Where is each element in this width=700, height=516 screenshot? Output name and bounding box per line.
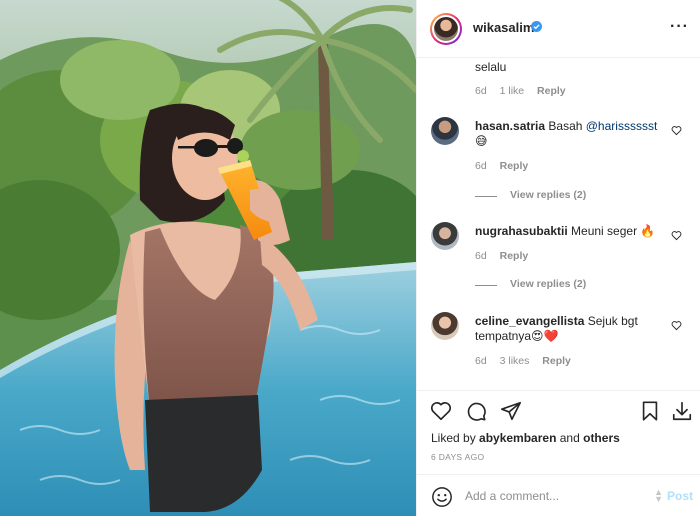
comment-username[interactable]: nugrahasubaktii <box>475 224 568 238</box>
comment-avatar[interactable] <box>431 222 459 250</box>
comment-username[interactable]: hasan.satria <box>475 119 545 133</box>
comment-emoji: 😍❤️ <box>531 329 559 343</box>
view-replies-button[interactable]: View replies (2) <box>510 189 586 201</box>
download-icon[interactable] <box>671 400 693 422</box>
comment-time: 6d <box>475 160 487 172</box>
comment-text: Meuni seger <box>571 224 641 238</box>
save-bookmark-icon[interactable] <box>639 400 661 422</box>
emoji-smiley-icon[interactable] <box>431 486 453 508</box>
view-replies-button[interactable]: View replies (2) <box>510 278 586 290</box>
comment-likes[interactable]: 1 like <box>500 85 525 97</box>
liked-by-others[interactable]: others <box>583 431 620 445</box>
comment-likes[interactable]: 3 likes <box>500 355 530 367</box>
reply-button[interactable]: Reply <box>500 160 529 172</box>
comment-meta: 6d Reply <box>475 160 538 172</box>
comment-like-heart-icon[interactable] <box>671 320 682 331</box>
post-header: wikasalim ··· <box>417 0 700 58</box>
comment-body: nugrahasubaktii Meuni seger 🔥 <box>475 224 665 238</box>
comment-bubble-icon[interactable] <box>465 400 487 422</box>
reply-button[interactable]: Reply <box>537 85 566 97</box>
comment-body: hasan.satria Basah @harisssssst 😅 <box>475 119 665 149</box>
liked-by-user[interactable]: abykembaren <box>479 431 556 445</box>
post-side-panel: wikasalim ··· selalu 6d 1 like Reply has… <box>416 0 700 516</box>
comment-emoji: 🔥 <box>640 224 656 238</box>
post-photo[interactable] <box>0 0 416 516</box>
verified-badge-icon <box>531 21 542 32</box>
comment-mention[interactable]: @harisssssst <box>586 119 658 133</box>
comment-username[interactable]: celine_evangellista <box>475 314 584 328</box>
like-heart-icon[interactable] <box>430 400 452 422</box>
comments-list[interactable]: selalu 6d 1 like Reply hasan.satria Basa… <box>417 58 700 390</box>
comment-like-heart-icon[interactable] <box>671 230 682 241</box>
liked-by-prefix: Liked by <box>431 431 480 445</box>
comment-time: 6d <box>475 250 487 262</box>
comment-text: selalu <box>475 60 507 74</box>
comment-avatar[interactable] <box>431 312 459 340</box>
photo-illustration <box>0 0 416 516</box>
liked-by-middle: and <box>556 431 584 445</box>
comment-emoji: 😅 <box>475 134 488 148</box>
post-actions: Liked by abykembaren and others 6 DAYS A… <box>417 390 700 474</box>
liked-by-summary: Liked by abykembaren and others <box>431 431 620 445</box>
comment-meta: 6d 3 likes Reply <box>475 355 581 367</box>
comment-meta: 6d 1 like Reply <box>475 85 576 97</box>
comment-avatar[interactable] <box>431 117 459 145</box>
sort-arrows-icon: ▲ ▼ <box>654 487 663 504</box>
author-avatar[interactable] <box>430 13 462 45</box>
reply-button[interactable]: Reply <box>542 355 571 367</box>
comment-text: Basah <box>548 119 586 133</box>
comment-time: 6d <box>475 85 487 97</box>
author-username[interactable]: wikasalim <box>473 20 534 35</box>
view-replies-line <box>475 196 497 197</box>
post-timestamp[interactable]: 6 DAYS AGO <box>431 452 484 462</box>
comment-meta: 6d Reply <box>475 250 538 262</box>
view-replies-line <box>475 285 497 286</box>
comment-time: 6d <box>475 355 487 367</box>
reply-button[interactable]: Reply <box>500 250 529 262</box>
comment-like-heart-icon[interactable] <box>671 125 682 136</box>
more-options-icon[interactable]: ··· <box>670 18 689 36</box>
add-comment-bar: ▲▼ Post <box>417 474 700 516</box>
comment-input[interactable] <box>465 487 645 505</box>
post-comment-button[interactable]: Post <box>667 489 693 503</box>
comment-body: celine_evangellista Sejuk bgt tempatnya😍… <box>475 314 665 344</box>
share-direct-icon[interactable] <box>500 400 522 422</box>
